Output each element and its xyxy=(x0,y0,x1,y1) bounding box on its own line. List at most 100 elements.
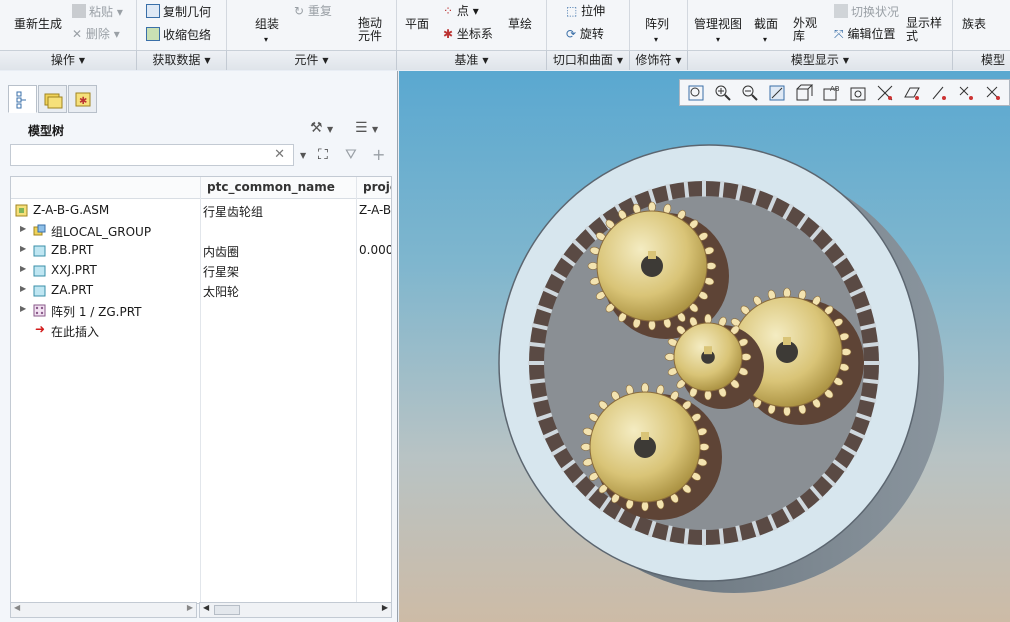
group-components-label: 元件 xyxy=(294,53,319,67)
group-components[interactable]: 元件 ▼ xyxy=(227,50,397,70)
csys-label: 坐标系 xyxy=(456,27,493,41)
part-icon xyxy=(33,285,46,297)
paste-label: 粘贴 xyxy=(89,5,114,19)
appearance-label: 外观库 xyxy=(793,16,818,43)
tree-row-xxj[interactable]: ▶ XXJ.PRT 行星架 xyxy=(11,261,391,281)
row-name: 组LOCAL_GROUP xyxy=(51,225,152,239)
group-model-display[interactable]: 模型显示 ▼ xyxy=(688,50,953,70)
scroll-left-icon[interactable]: ◀ xyxy=(203,603,209,612)
pattern-button[interactable]: 阵列 ▾ xyxy=(645,17,669,47)
sun-gear-keyway xyxy=(704,346,712,355)
manage-views-label: 管理视图 xyxy=(694,17,743,31)
scroll-left-icon[interactable]: ◀ xyxy=(14,603,20,612)
redo-button[interactable]: ↻ 重复 xyxy=(294,4,332,18)
app-window: 重新生成 粘贴 ▾ ✕ 删除 ▾ 复制几何 收缩包络 组装 ▾ ↻ 重复 拖动元… xyxy=(0,0,1010,622)
search-input[interactable]: ✕ xyxy=(10,144,294,166)
group-operations[interactable]: 操作 ▼ xyxy=(0,50,137,70)
caret-icon: ▼ xyxy=(322,56,329,65)
point-button[interactable]: ⁘ 点 ▾ xyxy=(443,4,479,18)
expand-icon[interactable]: ▶ xyxy=(20,304,26,313)
planet-gear-top-keyway xyxy=(648,251,656,259)
row-common-name: 行星齿轮组 xyxy=(203,205,264,219)
sketch-label: 草绘 xyxy=(508,17,533,31)
expand-icon[interactable]: ▶ xyxy=(20,284,26,293)
assemble-label: 组装 xyxy=(255,17,280,31)
copy-geometry-button[interactable]: 复制几何 xyxy=(146,4,211,19)
clear-search-icon[interactable]: ✕ xyxy=(274,147,285,162)
row-project: Z-A-B xyxy=(359,203,392,217)
left-scrollbar[interactable]: ◀ ▶ xyxy=(10,602,197,618)
find-icon[interactable]: ⛶ xyxy=(318,147,328,163)
show-menu-icon[interactable]: ☰ ▼ xyxy=(355,120,378,136)
csys-button[interactable]: ✱ 坐标系 xyxy=(443,27,493,41)
manage-views-button[interactable]: 管理视图 ▾ xyxy=(694,17,742,47)
internal-tooth xyxy=(683,528,690,546)
tree-row-local-group[interactable]: ▶ 组LOCAL_GROUP xyxy=(11,221,391,241)
group-modifiers[interactable]: 修饰符 ▼ xyxy=(630,50,688,70)
column-header-common-name[interactable]: ptc_common_name xyxy=(207,180,335,194)
group-cut-surface[interactable]: 切口和曲面 ▼ xyxy=(547,50,630,70)
caret-icon: ▼ xyxy=(616,56,624,65)
revolve-button[interactable]: ⟳ 旋转 xyxy=(566,27,604,41)
shrinkwrap-label: 收缩包络 xyxy=(163,28,212,42)
scroll-thumb[interactable] xyxy=(214,605,240,615)
tree-row-insert-here[interactable]: ➜ 在此插入 xyxy=(11,321,391,341)
row-common-name: 内齿圈 xyxy=(203,245,240,259)
tab-model-tree[interactable] xyxy=(8,85,37,113)
plane-button[interactable]: 平面 xyxy=(405,17,429,31)
group-get-data[interactable]: 获取数据 ▼ xyxy=(137,50,227,70)
search-dropdown-icon[interactable]: ▼ xyxy=(300,151,306,160)
group-model-intent[interactable]: 模型意 xyxy=(953,50,1010,85)
planetary-gear-model[interactable] xyxy=(399,71,1010,622)
edit-position-icon: ⤧ xyxy=(834,27,844,41)
tree-row-assembly[interactable]: Z-A-B-G.ASM 行星齿轮组 Z-A-B xyxy=(11,201,392,221)
paste-button[interactable]: 粘贴 ▾ xyxy=(72,4,123,19)
caret-icon: ▼ xyxy=(482,56,489,65)
edit-position-button[interactable]: ⤧ 编辑位置 xyxy=(834,27,895,41)
tab-favorites[interactable]: ✱ xyxy=(68,85,97,113)
extrude-button[interactable]: ⬚ 拉伸 xyxy=(566,4,605,18)
pattern-icon xyxy=(33,304,46,317)
row-name: Z-A-B-G.ASM xyxy=(33,203,110,217)
family-table-button[interactable]: 族表 xyxy=(962,17,986,31)
group-datum[interactable]: 基准 ▼ xyxy=(397,50,547,70)
group-get-data-label: 获取数据 xyxy=(152,53,201,67)
folder-icon xyxy=(44,93,63,109)
display-style-button[interactable]: 显示样式 xyxy=(906,17,942,43)
caret-icon: ▼ xyxy=(78,56,86,65)
right-scrollbar[interactable]: ◀ ▶ xyxy=(199,602,392,618)
expand-icon[interactable]: ▶ xyxy=(20,264,26,273)
shrinkwrap-button[interactable]: 收缩包络 xyxy=(146,27,211,42)
filter-icon[interactable]: ⛛ xyxy=(345,147,357,163)
regenerate-button[interactable]: 重新生成 xyxy=(14,17,62,31)
tab-folder-browser[interactable] xyxy=(38,85,67,113)
tree-row-zb[interactable]: ▶ ZB.PRT 内齿圈 0.000 xyxy=(11,241,391,261)
tree-row-za[interactable]: ▶ ZA.PRT 太阳轮 xyxy=(11,281,391,301)
expand-icon[interactable]: ▶ xyxy=(20,244,26,253)
ribbon: 重新生成 粘贴 ▾ ✕ 删除 ▾ 复制几何 收缩包络 组装 ▾ ↻ 重复 拖动元… xyxy=(0,0,1010,85)
add-column-icon[interactable]: + xyxy=(372,145,385,164)
row-name: ZB.PRT xyxy=(51,243,94,257)
assemble-button[interactable]: 组装 ▾ xyxy=(255,17,279,47)
sketch-button[interactable]: 草绘 xyxy=(508,17,532,31)
toggle-status-button[interactable]: 切换状况 xyxy=(834,4,899,19)
group-cut-surface-label: 切口和曲面 xyxy=(552,53,613,67)
delete-button[interactable]: ✕ 删除 ▾ xyxy=(72,27,120,41)
drag-components-button[interactable]: 拖动元件 xyxy=(358,17,384,43)
regenerate-label: 重新生成 xyxy=(14,17,63,31)
internal-tooth xyxy=(862,378,880,385)
internal-tooth xyxy=(718,528,725,546)
group-datum-label: 基准 xyxy=(454,53,479,67)
column-header-project[interactable]: proje xyxy=(363,180,391,194)
row-common-name: 太阳轮 xyxy=(203,285,240,299)
tree-row-pattern[interactable]: ▶ 阵列 1 / ZG.PRT xyxy=(11,301,391,321)
settings-icon[interactable]: ⚒ ▼ xyxy=(310,120,333,136)
appearance-gallery-button[interactable]: 外观库 xyxy=(793,17,817,43)
graphics-viewport[interactable]: AB xyxy=(399,71,1010,622)
expand-icon[interactable]: ▶ xyxy=(20,224,26,233)
scroll-right-icon[interactable]: ▶ xyxy=(187,603,193,612)
internal-tooth xyxy=(718,180,725,198)
scroll-right-icon[interactable]: ▶ xyxy=(382,603,388,612)
section-button[interactable]: 截面 ▾ xyxy=(754,17,778,47)
caret-icon: ▼ xyxy=(675,56,682,65)
